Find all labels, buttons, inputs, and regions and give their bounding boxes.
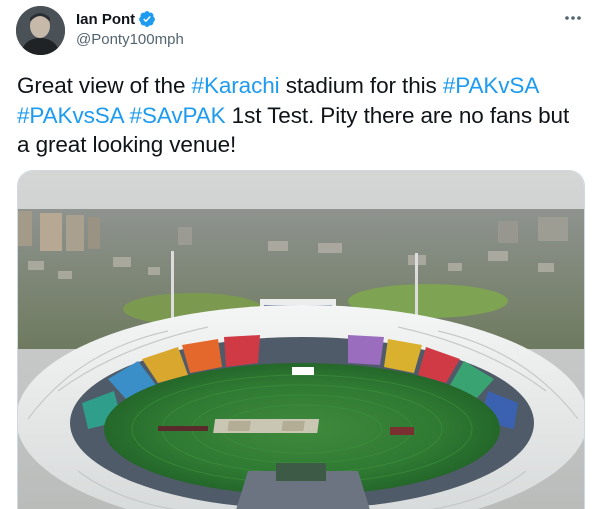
verified-badge-icon (138, 10, 156, 28)
stadium-photo (18, 171, 584, 509)
tweet-text-segment: stadium for this (279, 73, 443, 98)
tweet[interactable]: Ian Pont @Ponty100mph Great view of the … (0, 0, 597, 509)
more-horizontal-icon[interactable] (563, 10, 583, 26)
display-name[interactable]: Ian Pont (76, 11, 135, 28)
tweet-text: Great view of the #Karachi stadium for t… (17, 71, 587, 160)
author-name-row[interactable]: Ian Pont (76, 9, 156, 29)
avatar[interactable] (16, 6, 65, 55)
hashtag-link[interactable]: #PAKvsSA (17, 103, 123, 128)
hashtag-link[interactable]: #SAvPAK (130, 103, 226, 128)
tweet-text-segment: Great view of the (17, 73, 192, 98)
hashtag-link[interactable]: #Karachi (192, 73, 280, 98)
author-handle[interactable]: @Ponty100mph (76, 31, 184, 48)
hashtag-link[interactable]: #PAKvSA (443, 73, 538, 98)
tweet-media-image[interactable] (17, 170, 585, 509)
